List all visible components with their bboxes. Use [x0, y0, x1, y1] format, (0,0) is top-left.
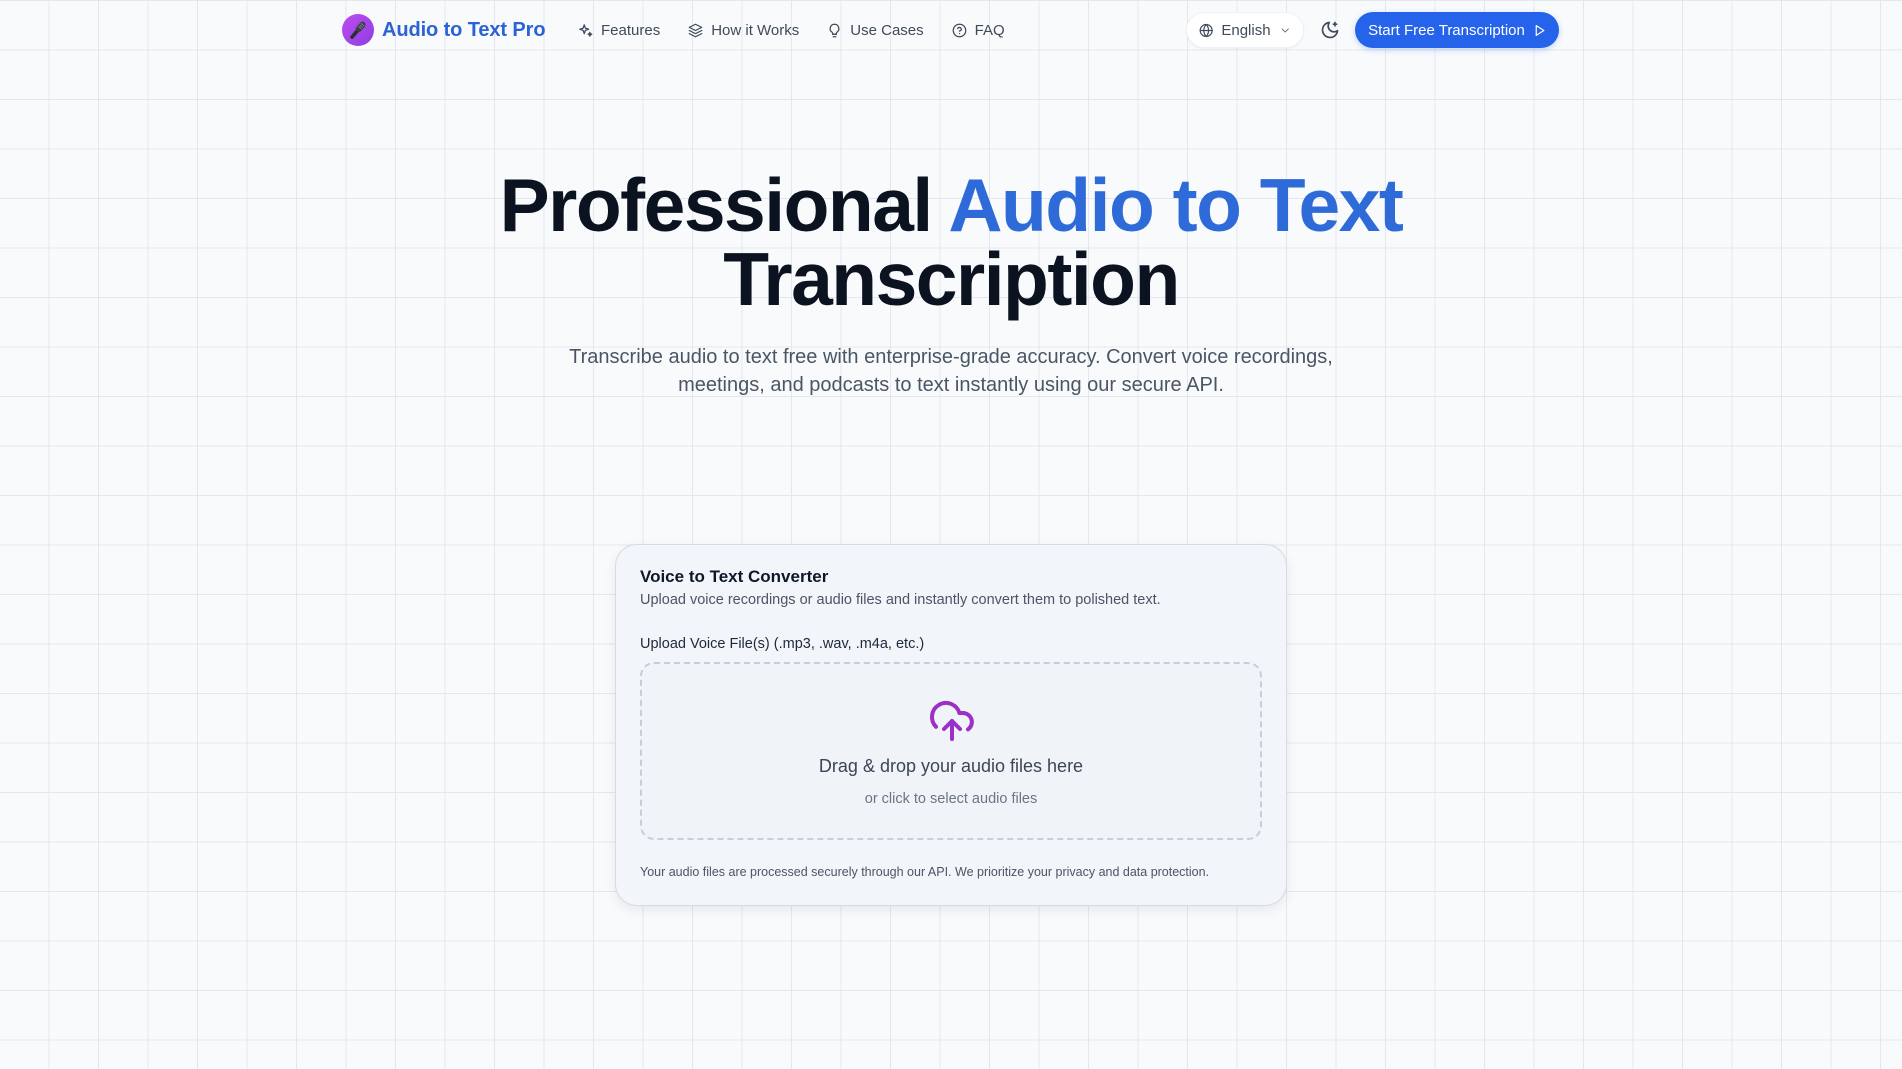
nav-link-use-cases[interactable]: Use Cases: [827, 18, 924, 42]
nav-link-faq[interactable]: FAQ: [952, 18, 1005, 42]
moon-icon: [1321, 21, 1339, 39]
nav-links: Features How it Works Use Cases FAQ: [578, 18, 1005, 42]
audio-file-dropzone[interactable]: Drag & drop your audio files here or cli…: [640, 662, 1262, 840]
voice-to-text-converter-card: Voice to Text Converter Upload voice rec…: [615, 544, 1287, 906]
globe-icon: [1199, 23, 1213, 37]
hero-subtitle: Transcribe audio to text free with enter…: [569, 346, 1333, 396]
nav-link-label: Features: [601, 21, 661, 39]
hero-title-part2: Transcription: [723, 237, 1180, 321]
cloud-upload-icon: [930, 700, 974, 741]
language-selector[interactable]: English: [1186, 12, 1304, 48]
converter-description: Upload voice recordings or audio files a…: [640, 592, 1161, 608]
nav-link-label: Use Cases: [850, 21, 924, 39]
top-navigation: Audio to Text Pro Features How it Works: [0, 0, 1902, 60]
layers-icon: [688, 23, 703, 37]
cta-label: Start Free Transcription: [1368, 21, 1525, 39]
converter-title: Voice to Text Converter: [640, 567, 829, 586]
dropzone-sub-text: or click to select audio files: [864, 791, 1038, 807]
nav-link-label: FAQ: [974, 21, 1005, 39]
start-free-transcription-button[interactable]: Start Free Transcription: [1355, 12, 1559, 48]
microphone-icon: [342, 14, 374, 46]
lightbulb-icon: [829, 23, 840, 37]
brand-home-link[interactable]: Audio to Text Pro: [342, 13, 546, 47]
nav-link-label: How it Works: [711, 21, 800, 39]
dropzone-main-text: Drag & drop your audio files here: [818, 756, 1084, 776]
nav-link-how-it-works[interactable]: How it Works: [688, 18, 799, 42]
upload-label: Upload Voice File(s) (.mp3, .wav, .m4a, …: [640, 636, 925, 652]
privacy-note: Your audio files are processed securely …: [640, 865, 1210, 879]
hero-title-part1: Professional: [499, 163, 949, 247]
language-selected-value: English: [1221, 21, 1271, 39]
nav-link-features[interactable]: Features: [578, 18, 660, 42]
brand-name: Audio to Text Pro: [382, 18, 546, 41]
sparkles-icon: [579, 23, 593, 37]
chevron-down-icon: [1281, 27, 1289, 33]
hero-title: Professional Audio to Text Transcription: [451, 168, 1451, 317]
play-icon: [1535, 24, 1545, 36]
theme-toggle-button[interactable]: [1317, 17, 1343, 43]
hero-title-accent: Audio to Text: [948, 163, 1404, 247]
help-circle-icon: [952, 23, 967, 37]
page: Audio to Text Pro Features How it Works: [0, 0, 1902, 1069]
